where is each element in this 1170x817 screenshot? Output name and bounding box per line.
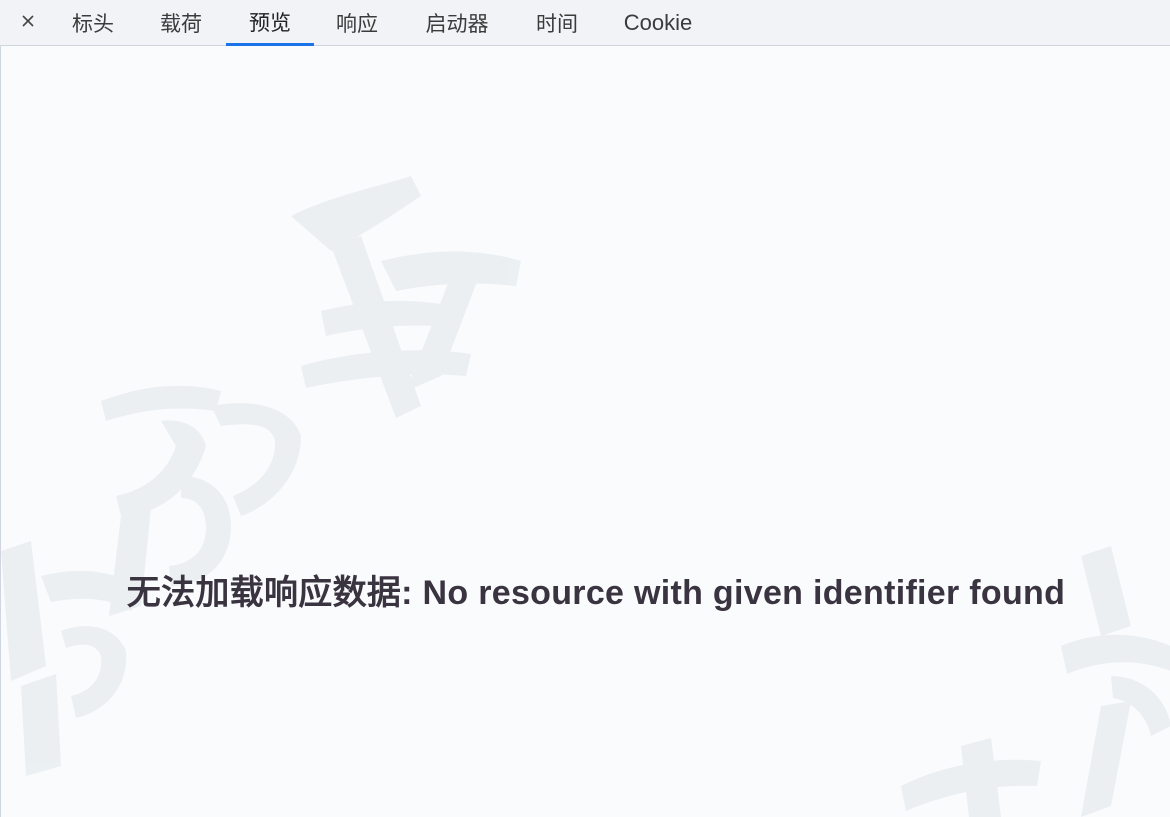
close-button[interactable] xyxy=(14,7,42,35)
tab-timing[interactable]: 时间 xyxy=(522,0,592,46)
tab-response[interactable]: 响应 xyxy=(322,0,392,46)
watermark-image xyxy=(1,176,1170,817)
tab-payload[interactable]: 载荷 xyxy=(146,0,216,46)
preview-content-area: 无法加载响应数据: No resource with given identif… xyxy=(0,46,1170,817)
preview-error-message: 无法加载响应数据: No resource with given identif… xyxy=(126,574,1066,612)
tab-initiator[interactable]: 启动器 xyxy=(412,0,502,46)
tab-headers[interactable]: 标头 xyxy=(58,0,128,46)
close-icon xyxy=(22,15,34,27)
tab-preview[interactable]: 预览 xyxy=(226,0,314,46)
devtools-network-detail-panel: 标头 载荷 预览 响应 启动器 时间 Cookie 无法加载响应数据: No r… xyxy=(0,0,1170,817)
detail-tab-bar: 标头 载荷 预览 响应 启动器 时间 Cookie xyxy=(0,0,1170,46)
tab-cookies[interactable]: Cookie xyxy=(612,0,704,46)
